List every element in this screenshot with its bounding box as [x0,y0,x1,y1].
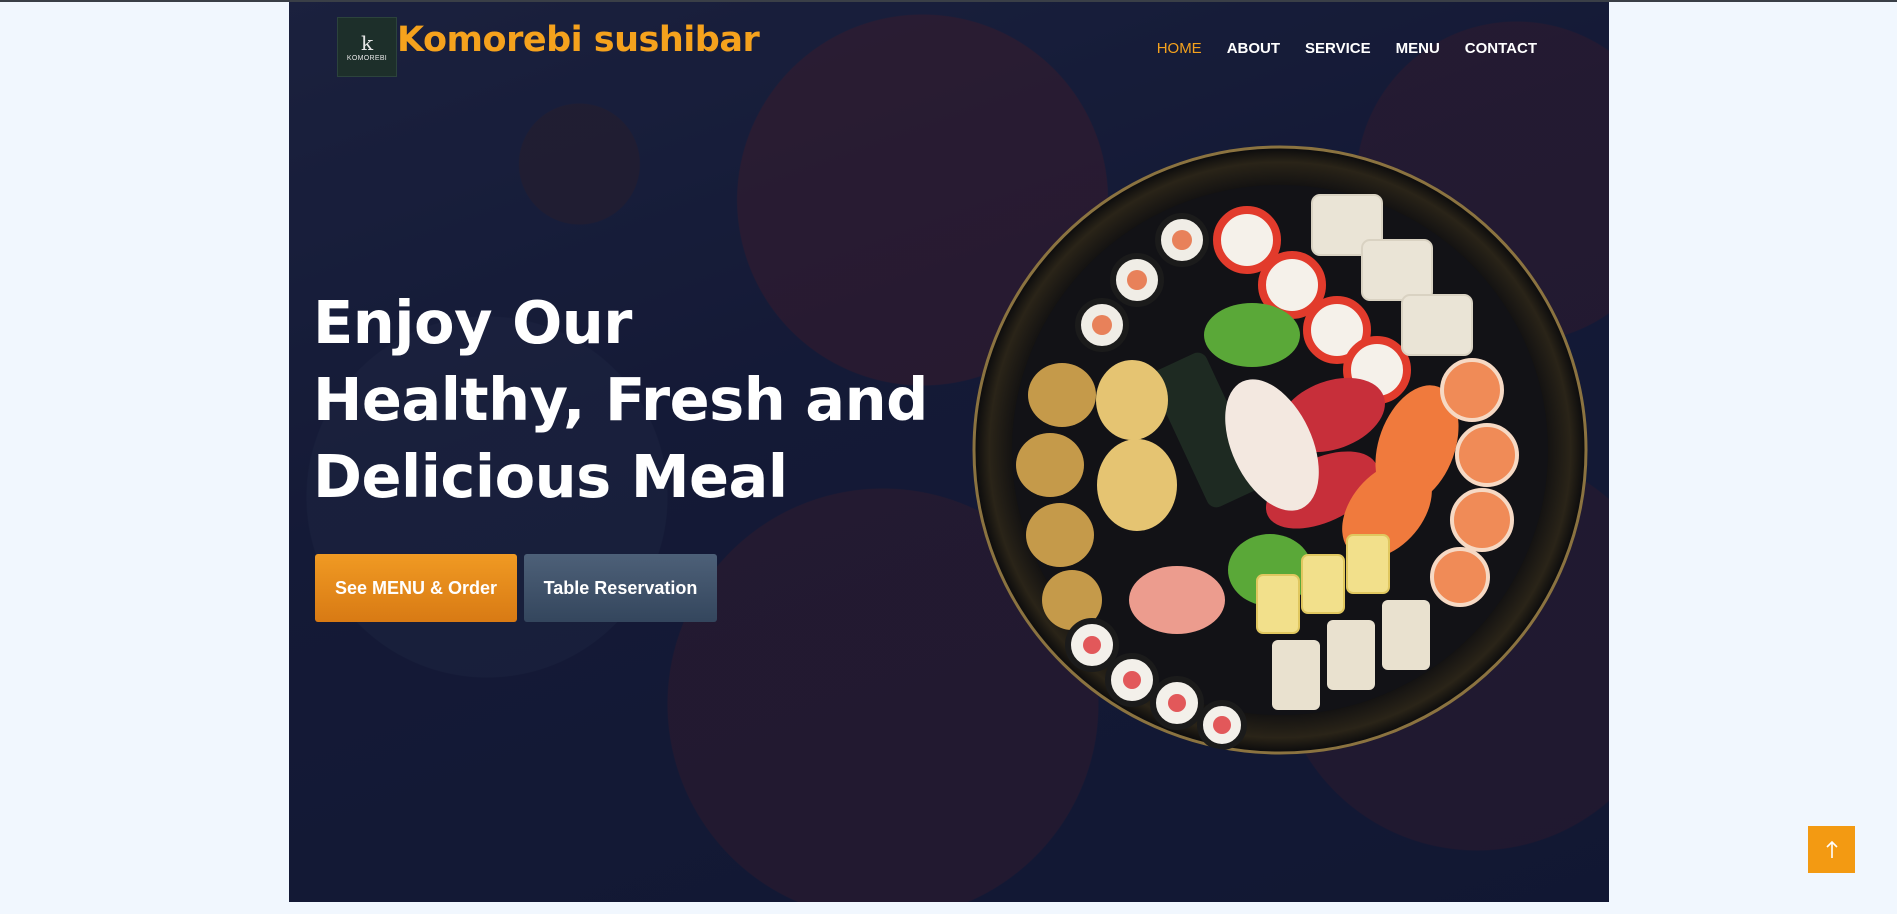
see-menu-order-button[interactable]: See MENU & Order [315,554,517,622]
nav-service[interactable]: SERVICE [1305,40,1371,57]
hero-headline: Enjoy Our Healthy, Fresh and Delicious M… [313,284,933,515]
headline-line-3: Delicious Meal [313,442,788,511]
scroll-to-top-button[interactable] [1808,826,1855,873]
nav-contact[interactable]: CONTACT [1465,40,1537,57]
hero-section: k KOMOREBI Komorebi sushibar HOME ABOUT … [289,2,1609,902]
main-nav: HOME ABOUT SERVICE MENU CONTACT [1157,40,1537,57]
arrow-up-icon [1825,840,1838,858]
nav-home[interactable]: HOME [1157,40,1202,57]
nav-menu[interactable]: MENU [1396,40,1440,57]
logo-text: KOMOREBI [346,54,388,62]
headline-line-1: Enjoy Our [313,288,632,357]
logo[interactable]: k KOMOREBI [337,17,397,77]
brand-name[interactable]: Komorebi sushibar [397,20,760,60]
nav-about[interactable]: ABOUT [1227,40,1280,57]
table-reservation-button[interactable]: Table Reservation [524,554,717,622]
logo-mark: k [360,30,374,55]
sushi-platter-image [972,145,1588,755]
site-header: k KOMOREBI Komorebi sushibar HOME ABOUT … [289,2,1609,92]
headline-line-2: Healthy, Fresh and [313,365,928,434]
